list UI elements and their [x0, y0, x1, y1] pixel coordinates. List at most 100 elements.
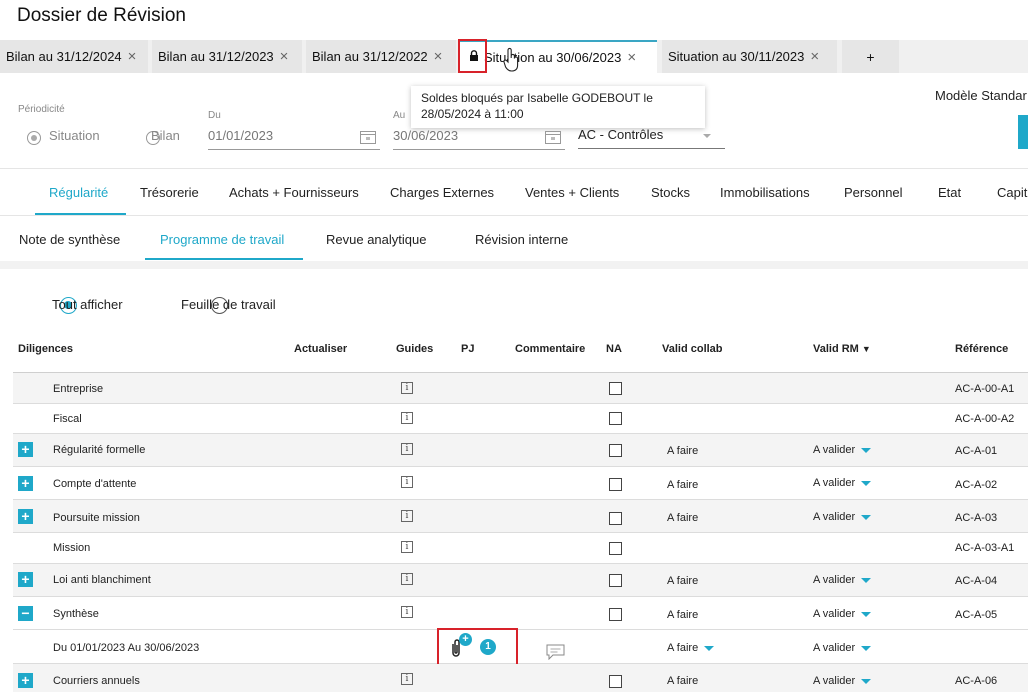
- valid-collab-status[interactable]: A faire: [667, 675, 698, 687]
- valid-collab-status[interactable]: A faire: [667, 445, 698, 457]
- col-valid-rm[interactable]: Valid RM ▼: [813, 343, 871, 355]
- valid-rm-select[interactable]: A valider: [813, 444, 872, 456]
- tab-bilan-2022[interactable]: Bilan au 31/12/2022 ×: [306, 40, 456, 73]
- expand-plus-icon[interactable]: +: [18, 476, 33, 491]
- valid-rm-select[interactable]: A valider: [813, 675, 872, 687]
- na-checkbox[interactable]: [609, 675, 622, 688]
- subtab-programme-travail[interactable]: Programme de travail: [160, 232, 284, 247]
- close-icon[interactable]: ×: [280, 48, 289, 65]
- info-icon[interactable]: i: [401, 382, 413, 394]
- bilan-label: Bilan: [151, 128, 180, 143]
- valid-collab-select[interactable]: A faire: [667, 642, 715, 654]
- info-icon[interactable]: i: [401, 573, 413, 585]
- reference: AC-A-01: [955, 445, 998, 457]
- info-icon[interactable]: i: [401, 606, 413, 618]
- comment-icon[interactable]: [546, 644, 565, 660]
- nav-tab-achats[interactable]: Achats + Fournisseurs: [229, 185, 359, 200]
- cycle-select[interactable]: AC - Contrôles: [578, 127, 725, 149]
- nav-tab-charges[interactable]: Charges Externes: [390, 185, 494, 200]
- nav-tab-etat[interactable]: Etat: [938, 185, 961, 200]
- col-valid-rm-label: Valid RM: [813, 343, 859, 355]
- tab-situation-2023-06[interactable]: Situation au 30/06/2023 ×: [460, 40, 657, 73]
- col-valid-collab[interactable]: Valid collab: [662, 343, 723, 355]
- nav-tab-ventes[interactable]: Ventes + Clients: [525, 185, 619, 200]
- tab-situation-2023-11[interactable]: Situation au 30/11/2023 ×: [662, 40, 837, 73]
- valid-rm-status: A valider: [813, 675, 856, 687]
- valid-rm-select[interactable]: A valider: [813, 608, 872, 620]
- info-icon[interactable]: i: [401, 541, 413, 553]
- diligence-name: Régularité formelle: [53, 444, 146, 456]
- tab-bilan-2023[interactable]: Bilan au 31/12/2023 ×: [152, 40, 302, 73]
- expand-plus-icon[interactable]: +: [18, 673, 33, 688]
- diligence-name: Courriers annuels: [53, 675, 140, 687]
- diligence-name: Compte d'attente: [53, 478, 137, 490]
- add-tab-button[interactable]: +: [842, 40, 899, 73]
- valid-collab-status[interactable]: A faire: [667, 609, 698, 621]
- chevron-down-icon: [861, 645, 872, 651]
- reference: AC-A-05: [955, 609, 998, 621]
- close-icon[interactable]: ×: [627, 49, 636, 66]
- na-checkbox[interactable]: [609, 512, 622, 525]
- subtab-revue-analytique[interactable]: Revue analytique: [326, 232, 426, 247]
- divider: [0, 215, 1028, 216]
- valid-collab-status[interactable]: A faire: [667, 512, 698, 524]
- close-icon[interactable]: ×: [434, 48, 443, 65]
- valid-rm-select[interactable]: A valider: [813, 574, 872, 586]
- na-checkbox[interactable]: [609, 608, 622, 621]
- col-commentaire[interactable]: Commentaire: [515, 343, 585, 355]
- col-na[interactable]: NA: [606, 343, 622, 355]
- info-icon[interactable]: i: [401, 510, 413, 522]
- na-checkbox[interactable]: [609, 542, 622, 555]
- diligence-name: Du 01/01/2023 Au 30/06/2023: [53, 642, 200, 654]
- subtab-note-synthese[interactable]: Note de synthèse: [19, 232, 120, 247]
- diligence-name: Mission: [53, 542, 91, 554]
- na-checkbox[interactable]: [609, 444, 622, 457]
- model-button[interactable]: [1018, 115, 1028, 149]
- collapse-minus-icon[interactable]: −: [18, 606, 33, 621]
- na-checkbox[interactable]: [609, 574, 622, 587]
- na-checkbox[interactable]: [609, 382, 622, 395]
- nav-tab-immobilisations[interactable]: Immobilisations: [720, 185, 810, 200]
- close-icon[interactable]: ×: [810, 48, 819, 65]
- nav-tab-regularite[interactable]: Régularité: [49, 185, 108, 200]
- valid-rm-select[interactable]: A valider: [813, 642, 872, 654]
- info-icon[interactable]: i: [401, 476, 413, 488]
- info-icon[interactable]: i: [401, 443, 413, 455]
- col-diligences[interactable]: Diligences: [18, 343, 73, 355]
- col-pj[interactable]: PJ: [461, 343, 474, 355]
- valid-collab-status[interactable]: A faire: [667, 575, 698, 587]
- show-all-label: Tout afficher: [52, 297, 123, 312]
- nav-tab-stocks[interactable]: Stocks: [651, 185, 690, 200]
- col-guides[interactable]: Guides: [396, 343, 433, 355]
- section-separator: [0, 261, 1028, 269]
- subtab-revision-interne[interactable]: Révision interne: [475, 232, 568, 247]
- valid-rm-status: A valider: [813, 511, 856, 523]
- du-date-input[interactable]: 01/01/2023: [208, 128, 380, 150]
- na-checkbox[interactable]: [609, 478, 622, 491]
- calendar-icon[interactable]: [360, 130, 376, 144]
- table-row: [13, 533, 1028, 564]
- nav-tab-capitaux[interactable]: Capit: [997, 185, 1027, 200]
- valid-rm-status: A valider: [813, 642, 856, 654]
- diligence-name: Synthèse: [53, 608, 99, 620]
- expand-plus-icon[interactable]: +: [18, 572, 33, 587]
- nav-tab-personnel[interactable]: Personnel: [844, 185, 903, 200]
- expand-plus-icon[interactable]: +: [18, 509, 33, 524]
- sort-down-icon[interactable]: ▼: [862, 344, 871, 354]
- nav-tab-tresorerie[interactable]: Trésorerie: [140, 185, 199, 200]
- close-icon[interactable]: ×: [128, 48, 137, 65]
- valid-rm-select[interactable]: A valider: [813, 477, 872, 489]
- col-actualiser[interactable]: Actualiser: [294, 343, 347, 355]
- info-icon[interactable]: i: [401, 673, 413, 685]
- periodicite-label: Périodicité: [18, 104, 65, 115]
- au-date-input[interactable]: 30/06/2023: [393, 128, 565, 150]
- valid-collab-status[interactable]: A faire: [667, 479, 698, 491]
- valid-rm-select[interactable]: A valider: [813, 511, 872, 523]
- info-icon[interactable]: i: [401, 412, 413, 424]
- expand-plus-icon[interactable]: +: [18, 442, 33, 457]
- col-reference[interactable]: Référence: [955, 343, 1008, 355]
- tab-bilan-2024[interactable]: Bilan au 31/12/2024 ×: [0, 40, 148, 73]
- situation-radio[interactable]: [27, 131, 41, 145]
- calendar-icon[interactable]: [545, 130, 561, 144]
- na-checkbox[interactable]: [609, 412, 622, 425]
